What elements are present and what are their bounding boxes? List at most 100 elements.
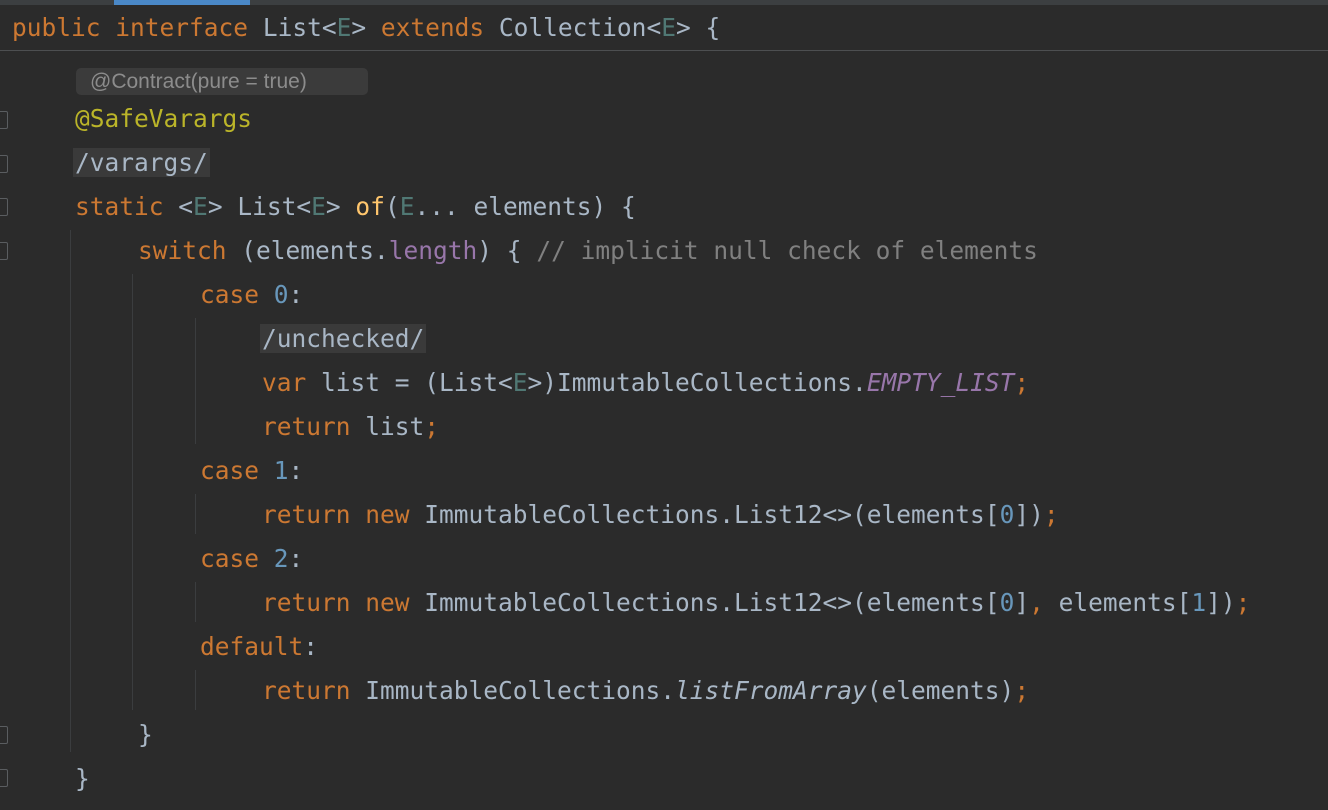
line-comment: // implicit null check of elements [536,236,1038,265]
keyword: default [200,632,304,661]
annotation: @SafeVarargs [75,104,253,133]
punct: > [325,192,341,221]
keyword: return [262,412,351,441]
code-line-var-list[interactable]: var list = (List<E>)ImmutableCollections… [262,368,1029,398]
code-line-folded-varargs[interactable]: /varargs/ [73,148,210,178]
folded-region[interactable]: /unchecked/ [260,324,427,353]
sticky-scope-header[interactable]: public interface List<E> extends Collect… [0,5,1328,51]
keyword: new [365,588,410,617]
indent-guide [195,494,196,534]
semicolon: ; [1043,500,1059,529]
number-literal: 1 [1191,588,1207,617]
folded-region[interactable]: /varargs/ [73,148,210,177]
keyword: var [262,368,307,397]
code-line-interface-decl[interactable]: public interface List<E> extends Collect… [12,13,720,43]
type-param: E [512,368,528,397]
method-name: of [355,192,385,221]
expression: >)ImmutableCollections. [527,368,867,397]
expression: ImmutableCollections. [350,676,676,705]
fold-marker-icon[interactable] [0,726,8,744]
keyword: static [75,192,164,221]
punct: : [288,456,304,485]
keyword: return [262,588,351,617]
code-line-close-switch[interactable]: } [138,720,153,750]
code-line-return-list-from-array[interactable]: return ImmutableCollections.listFromArra… [262,676,1029,706]
indent-guide [70,230,71,752]
expression: ImmutableCollections.List12<>(elements[ [409,588,1000,617]
keyword: interface [115,13,249,42]
keyword: public [12,13,101,42]
expression: list [350,412,425,441]
punct: > [207,192,223,221]
indent-guide [195,318,196,444]
number-literal: 0 [999,588,1015,617]
punct: ] [1014,588,1030,617]
code-line-folded-unchecked[interactable]: /unchecked/ [260,324,427,354]
indent-guide [132,274,133,710]
code-line-close-method[interactable]: } [75,764,90,794]
punct: > [675,13,691,42]
punct: < [321,13,337,42]
type-param: E [193,192,208,221]
type-name: List [262,13,322,42]
brace: { [705,13,721,42]
fold-marker-icon[interactable] [0,198,8,216]
keyword: case [200,280,260,309]
code-line-return-list[interactable]: return list; [262,412,439,442]
brace: } [138,720,153,749]
code-line-case-1[interactable]: case 1: [200,456,303,486]
semicolon: ; [424,412,440,441]
contract-inlay-hint[interactable]: @Contract(pure = true) [76,68,368,95]
code-line-method-signature[interactable]: static <E> List<E> of(E... elements) { [75,192,636,222]
static-field-ref: EMPTY_LIST [866,368,1015,397]
type-param: E [399,192,415,221]
type-param: E [336,13,352,42]
indent-guide [195,582,196,622]
punct: ) { [477,236,537,265]
code-line-return-list12-two[interactable]: return new ImmutableCollections.List12<>… [262,588,1250,618]
punct: : [288,544,304,573]
code-line-case-0[interactable]: case 0: [200,280,303,310]
keyword: new [365,500,410,529]
expression: ImmutableCollections.List12<>(elements[ [409,500,1000,529]
field-ref: length [388,236,478,265]
keyword: extends [380,13,485,42]
punct: < [178,192,194,221]
number-literal: 2 [273,544,289,573]
type-param: E [311,192,326,221]
punct: ]) [1014,500,1044,529]
fold-marker-icon[interactable] [0,769,8,787]
type-name: List [237,192,297,221]
keyword: case [200,544,260,573]
keyword: return [262,676,351,705]
code-line-switch[interactable]: switch (elements.length) { // implicit n… [138,236,1038,266]
semicolon: ; [1014,368,1030,397]
keyword: return [262,500,351,529]
comma: , [1029,588,1044,617]
punct: ]) [1206,588,1236,617]
punct: < [296,192,312,221]
punct: > [351,13,367,42]
expression: list = (List< [306,368,513,397]
punct: ( [384,192,400,221]
punct: < [646,13,662,42]
number-literal: 1 [273,456,289,485]
type-param: E [661,13,676,42]
expression: elements[ [1043,588,1192,617]
code-line-annotation[interactable]: @SafeVarargs [75,104,252,134]
punct: : [288,280,304,309]
code-line-default[interactable]: default: [200,632,318,662]
keyword: switch [138,236,227,265]
number-literal: 0 [999,500,1015,529]
semicolon: ; [1235,588,1251,617]
expression: (elements) [866,676,1015,705]
fold-marker-icon[interactable] [0,111,8,129]
static-method-ref: listFromArray [675,676,867,705]
code-line-return-list12-one[interactable]: return new ImmutableCollections.List12<>… [262,500,1059,530]
code-line-case-2[interactable]: case 2: [200,544,303,574]
fold-marker-icon[interactable] [0,242,8,260]
expression: (elements. [226,236,389,265]
semicolon: ; [1014,676,1030,705]
param-list: ... elements) { [414,192,636,221]
fold-marker-icon[interactable] [0,155,8,173]
